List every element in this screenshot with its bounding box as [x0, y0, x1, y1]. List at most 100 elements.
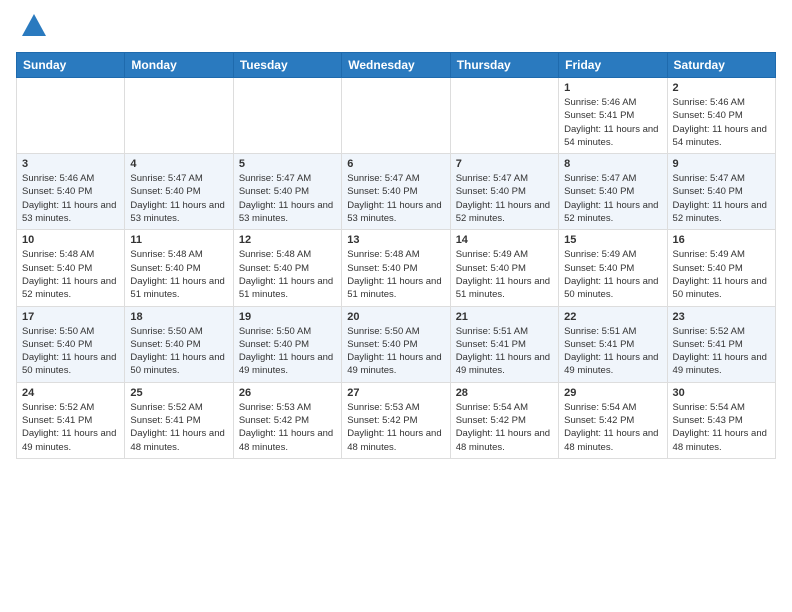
calendar-cell: 16 Sunrise: 5:49 AM Sunset: 5:40 PM Dayli…: [667, 230, 775, 306]
calendar-cell: 10 Sunrise: 5:48 AM Sunset: 5:40 PM Dayli…: [17, 230, 125, 306]
day-detail: Sunrise: 5:48 AM Sunset: 5:40 PM Dayligh…: [347, 248, 444, 301]
calendar-cell: 5 Sunrise: 5:47 AM Sunset: 5:40 PM Daylig…: [233, 154, 341, 230]
calendar-week-5: 24 Sunrise: 5:52 AM Sunset: 5:41 PM Dayli…: [17, 382, 776, 458]
day-detail: Sunrise: 5:46 AM Sunset: 5:40 PM Dayligh…: [673, 96, 770, 149]
calendar-cell: [450, 78, 558, 154]
calendar-cell: 13 Sunrise: 5:48 AM Sunset: 5:40 PM Dayli…: [342, 230, 450, 306]
day-detail: Sunrise: 5:54 AM Sunset: 5:42 PM Dayligh…: [456, 401, 553, 454]
day-number: 27: [347, 387, 444, 399]
calendar-cell: [17, 78, 125, 154]
day-detail: Sunrise: 5:53 AM Sunset: 5:42 PM Dayligh…: [239, 401, 336, 454]
day-number: 21: [456, 311, 553, 323]
day-detail: Sunrise: 5:54 AM Sunset: 5:42 PM Dayligh…: [564, 401, 661, 454]
calendar-cell: 4 Sunrise: 5:47 AM Sunset: 5:40 PM Daylig…: [125, 154, 233, 230]
calendar-cell: [125, 78, 233, 154]
calendar-week-3: 10 Sunrise: 5:48 AM Sunset: 5:40 PM Dayli…: [17, 230, 776, 306]
calendar-cell: 23 Sunrise: 5:52 AM Sunset: 5:41 PM Dayli…: [667, 306, 775, 382]
day-detail: Sunrise: 5:51 AM Sunset: 5:41 PM Dayligh…: [456, 325, 553, 378]
calendar-header-thursday: Thursday: [450, 53, 558, 78]
day-number: 9: [673, 158, 770, 170]
day-number: 28: [456, 387, 553, 399]
day-detail: Sunrise: 5:47 AM Sunset: 5:40 PM Dayligh…: [130, 172, 227, 225]
calendar-cell: 14 Sunrise: 5:49 AM Sunset: 5:40 PM Dayli…: [450, 230, 558, 306]
day-detail: Sunrise: 5:49 AM Sunset: 5:40 PM Dayligh…: [673, 248, 770, 301]
calendar-header-monday: Monday: [125, 53, 233, 78]
calendar-header-friday: Friday: [559, 53, 667, 78]
calendar-cell: 30 Sunrise: 5:54 AM Sunset: 5:43 PM Dayli…: [667, 382, 775, 458]
day-detail: Sunrise: 5:50 AM Sunset: 5:40 PM Dayligh…: [347, 325, 444, 378]
calendar-cell: [233, 78, 341, 154]
day-number: 22: [564, 311, 661, 323]
calendar-cell: 28 Sunrise: 5:54 AM Sunset: 5:42 PM Dayli…: [450, 382, 558, 458]
day-number: 3: [22, 158, 119, 170]
calendar-cell: 6Sunrise: 5:47 AM Sunset: 5:40 PM Daylig…: [342, 154, 450, 230]
calendar-cell: 25 Sunrise: 5:52 AM Sunset: 5:41 PM Dayli…: [125, 382, 233, 458]
day-number: 10: [22, 234, 119, 246]
calendar-cell: 1Sunrise: 5:46 AM Sunset: 5:41 PM Daylig…: [559, 78, 667, 154]
calendar-cell: 20Sunrise: 5:50 AM Sunset: 5:40 PM Dayli…: [342, 306, 450, 382]
day-detail: Sunrise: 5:51 AM Sunset: 5:41 PM Dayligh…: [564, 325, 661, 378]
calendar-cell: [342, 78, 450, 154]
calendar-header-saturday: Saturday: [667, 53, 775, 78]
day-number: 30: [673, 387, 770, 399]
day-number: 17: [22, 311, 119, 323]
calendar-cell: 12Sunrise: 5:48 AM Sunset: 5:40 PM Dayli…: [233, 230, 341, 306]
calendar-cell: 26 Sunrise: 5:53 AM Sunset: 5:42 PM Dayli…: [233, 382, 341, 458]
calendar-cell: 11 Sunrise: 5:48 AM Sunset: 5:40 PM Dayli…: [125, 230, 233, 306]
page-header: [16, 16, 776, 40]
day-number: 5: [239, 158, 336, 170]
day-detail: Sunrise: 5:52 AM Sunset: 5:41 PM Dayligh…: [673, 325, 770, 378]
day-number: 29: [564, 387, 661, 399]
day-number: 15: [564, 234, 661, 246]
day-detail: Sunrise: 5:46 AM Sunset: 5:41 PM Dayligh…: [564, 96, 661, 149]
day-detail: Sunrise: 5:48 AM Sunset: 5:40 PM Dayligh…: [130, 248, 227, 301]
day-number: 8: [564, 158, 661, 170]
calendar-cell: 21 Sunrise: 5:51 AM Sunset: 5:41 PM Dayli…: [450, 306, 558, 382]
calendar-cell: 22 Sunrise: 5:51 AM Sunset: 5:41 PM Dayli…: [559, 306, 667, 382]
calendar-week-4: 17 Sunrise: 5:50 AM Sunset: 5:40 PM Dayli…: [17, 306, 776, 382]
day-number: 23: [673, 311, 770, 323]
calendar-week-1: 1Sunrise: 5:46 AM Sunset: 5:41 PM Daylig…: [17, 78, 776, 154]
day-detail: Sunrise: 5:54 AM Sunset: 5:43 PM Dayligh…: [673, 401, 770, 454]
logo-icon: [20, 12, 48, 40]
day-number: 16: [673, 234, 770, 246]
day-number: 2: [673, 82, 770, 94]
day-detail: Sunrise: 5:47 AM Sunset: 5:40 PM Dayligh…: [456, 172, 553, 225]
calendar-cell: 3 Sunrise: 5:46 AM Sunset: 5:40 PM Daylig…: [17, 154, 125, 230]
day-number: 11: [130, 234, 227, 246]
calendar-cell: 8Sunrise: 5:47 AM Sunset: 5:40 PM Daylig…: [559, 154, 667, 230]
calendar-cell: 15 Sunrise: 5:49 AM Sunset: 5:40 PM Dayli…: [559, 230, 667, 306]
day-detail: Sunrise: 5:53 AM Sunset: 5:42 PM Dayligh…: [347, 401, 444, 454]
calendar-header-sunday: Sunday: [17, 53, 125, 78]
day-detail: Sunrise: 5:49 AM Sunset: 5:40 PM Dayligh…: [456, 248, 553, 301]
day-number: 13: [347, 234, 444, 246]
day-number: 26: [239, 387, 336, 399]
day-number: 25: [130, 387, 227, 399]
day-number: 7: [456, 158, 553, 170]
calendar-week-2: 3 Sunrise: 5:46 AM Sunset: 5:40 PM Daylig…: [17, 154, 776, 230]
day-detail: Sunrise: 5:46 AM Sunset: 5:40 PM Dayligh…: [22, 172, 119, 225]
calendar-cell: 29 Sunrise: 5:54 AM Sunset: 5:42 PM Dayli…: [559, 382, 667, 458]
day-number: 4: [130, 158, 227, 170]
day-number: 24: [22, 387, 119, 399]
calendar-header-tuesday: Tuesday: [233, 53, 341, 78]
day-detail: Sunrise: 5:52 AM Sunset: 5:41 PM Dayligh…: [130, 401, 227, 454]
day-detail: Sunrise: 5:48 AM Sunset: 5:40 PM Dayligh…: [22, 248, 119, 301]
calendar-cell: 18Sunrise: 5:50 AM Sunset: 5:40 PM Dayli…: [125, 306, 233, 382]
day-detail: Sunrise: 5:50 AM Sunset: 5:40 PM Dayligh…: [239, 325, 336, 378]
day-detail: Sunrise: 5:52 AM Sunset: 5:41 PM Dayligh…: [22, 401, 119, 454]
calendar-cell: 19Sunrise: 5:50 AM Sunset: 5:40 PM Dayli…: [233, 306, 341, 382]
calendar-header-row: SundayMondayTuesdayWednesdayThursdayFrid…: [17, 53, 776, 78]
day-detail: Sunrise: 5:49 AM Sunset: 5:40 PM Dayligh…: [564, 248, 661, 301]
calendar-cell: 24 Sunrise: 5:52 AM Sunset: 5:41 PM Dayli…: [17, 382, 125, 458]
day-detail: Sunrise: 5:50 AM Sunset: 5:40 PM Dayligh…: [130, 325, 227, 378]
day-detail: Sunrise: 5:47 AM Sunset: 5:40 PM Dayligh…: [239, 172, 336, 225]
day-detail: Sunrise: 5:48 AM Sunset: 5:40 PM Dayligh…: [239, 248, 336, 301]
calendar-cell: 27 Sunrise: 5:53 AM Sunset: 5:42 PM Dayli…: [342, 382, 450, 458]
day-number: 14: [456, 234, 553, 246]
calendar-cell: 17Sunrise: 5:50 AM Sunset: 5:40 PM Dayli…: [17, 306, 125, 382]
calendar-cell: 9Sunrise: 5:47 AM Sunset: 5:40 PM Daylig…: [667, 154, 775, 230]
day-detail: Sunrise: 5:47 AM Sunset: 5:40 PM Dayligh…: [347, 172, 444, 225]
calendar-table: SundayMondayTuesdayWednesdayThursdayFrid…: [16, 52, 776, 459]
logo: [16, 16, 48, 40]
